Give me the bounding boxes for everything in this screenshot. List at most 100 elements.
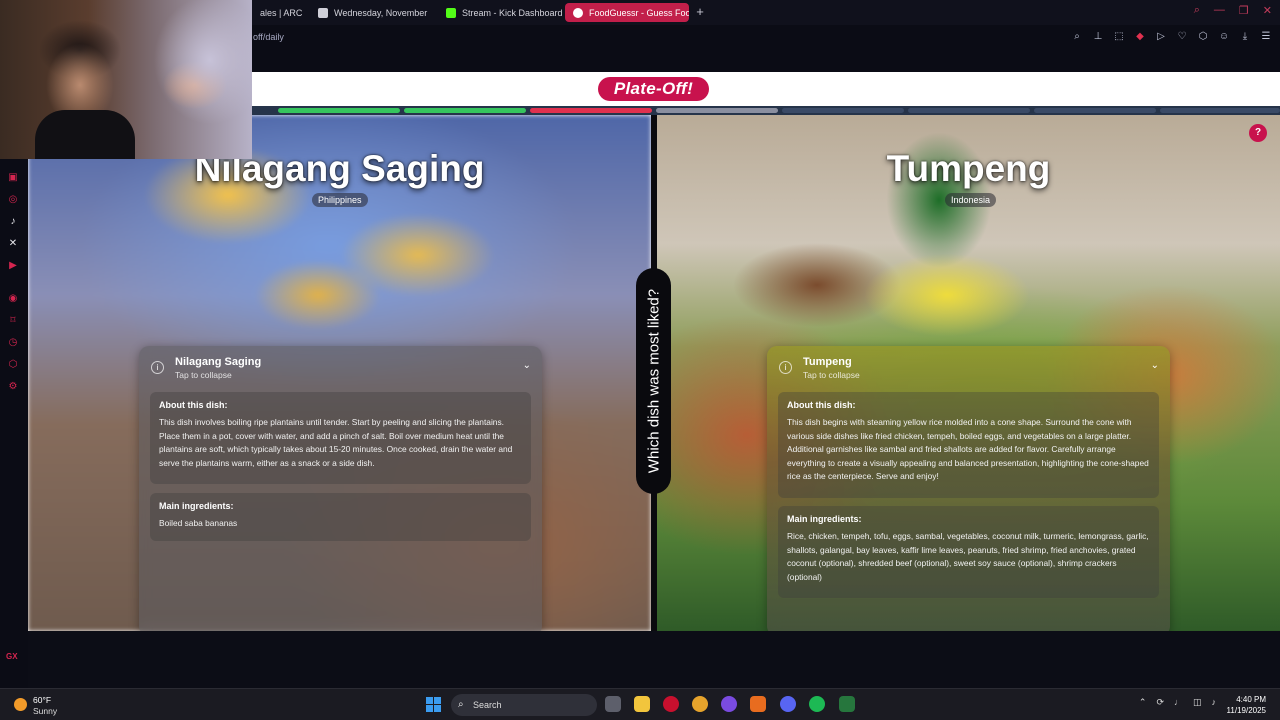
x-icon[interactable]: ✕ xyxy=(6,237,20,251)
kick-icon xyxy=(446,7,456,18)
tab-arc[interactable]: ales | ARC R xyxy=(252,3,304,22)
tab-calendar[interactable]: Wednesday, November xyxy=(310,3,430,22)
browser-sidebar: ▣ ◎ ♪ ✕ ▶ ◉ ⌑ ◷ ⬡ ⚙ GX xyxy=(0,155,28,688)
tab-foodguessr[interactable]: FoodGuessr - Guess Foo xyxy=(565,3,689,22)
task-view-icon[interactable] xyxy=(605,696,621,712)
pocket-icon[interactable]: ◆ xyxy=(1134,31,1146,43)
twitch-icon[interactable]: ▣ xyxy=(6,171,20,185)
opera-gx-icon[interactable] xyxy=(663,696,679,712)
card-header[interactable]: i Nilagang Saging Tap to collapse ⌄ xyxy=(151,356,531,384)
progress-segment-pending xyxy=(908,108,1030,113)
clock[interactable]: 4:40 PM 11/19/2025 xyxy=(1227,694,1266,716)
progress-segment-pending xyxy=(1034,108,1156,113)
chrome-icon[interactable] xyxy=(692,696,708,712)
search-placeholder: Search xyxy=(473,700,502,710)
calendar-icon xyxy=(318,7,328,18)
dish-option-right[interactable]: Tumpeng Indonesia i Tumpeng Tap to colla… xyxy=(657,115,1280,631)
system-tray: ⌃ ⟳ ♩ ◫ ♪ xyxy=(1139,697,1216,708)
new-tab-button[interactable]: + xyxy=(692,4,708,20)
screen: ales | ARC R Wednesday, November Stream … xyxy=(0,0,1280,720)
tab-label: FoodGuessr - Guess Foo xyxy=(589,7,689,18)
youtube-icon[interactable]: ▶ xyxy=(6,259,20,273)
menu-icon[interactable]: ☰ xyxy=(1260,31,1272,43)
app-icon[interactable] xyxy=(750,696,766,712)
tab-label: Wednesday, November xyxy=(334,7,428,18)
profile-icon[interactable]: ☺ xyxy=(1218,31,1230,43)
chevron-down-icon[interactable]: ⌄ xyxy=(523,360,531,371)
ingredients-text: Rice, chicken, tempeh, tofu, eggs, samba… xyxy=(787,531,1149,582)
maximize-icon[interactable]: ❐ xyxy=(1239,4,1249,17)
file-explorer-icon[interactable] xyxy=(634,696,650,712)
instagram-icon[interactable]: ◎ xyxy=(6,193,20,207)
webcam-overlay xyxy=(0,0,252,159)
settings-icon[interactable]: ⚙ xyxy=(6,380,20,394)
tab-label: ales | ARC R xyxy=(260,7,304,18)
minimize-icon[interactable]: — xyxy=(1214,4,1225,17)
chevron-down-icon[interactable]: ⌄ xyxy=(1151,360,1159,371)
extensions-icon[interactable]: ⬡ xyxy=(1197,31,1209,43)
info-icon: i xyxy=(151,361,164,374)
about-text: This dish involves boiling ripe plantain… xyxy=(159,417,513,468)
ingredients-text: Boiled saba bananas xyxy=(159,518,238,528)
progress-segment-pending xyxy=(1160,108,1280,113)
ingredients-title: Main ingredients: xyxy=(159,501,234,511)
info-icon: i xyxy=(779,361,792,374)
windows-logo-icon xyxy=(426,705,433,712)
tab-kick[interactable]: Stream - Kick Dashboard xyxy=(438,3,562,22)
help-button[interactable]: ? xyxy=(1249,124,1267,142)
excel-icon[interactable] xyxy=(839,696,855,712)
history-icon[interactable]: ◷ xyxy=(6,336,20,350)
sync-icon[interactable]: ⟳ xyxy=(1156,697,1164,708)
country-badge: Philippines xyxy=(312,193,368,207)
windows-logo-icon xyxy=(434,705,441,712)
close-icon[interactable]: ✕ xyxy=(1263,4,1272,17)
foodguessr-icon xyxy=(573,7,583,18)
dish-option-left[interactable]: Nilagang Saging Philippines i Nilagang S… xyxy=(28,115,651,631)
volume-icon[interactable]: ♪ xyxy=(1212,697,1217,708)
chevron-up-icon[interactable]: ⌃ xyxy=(1139,697,1147,708)
dish-info-card[interactable]: i Nilagang Saging Tap to collapse ⌄ Abou… xyxy=(139,346,542,631)
player-icon[interactable]: ◉ xyxy=(6,292,20,306)
zoom-icon[interactable]: ⌕ xyxy=(1071,31,1083,43)
card-header[interactable]: i Tumpeng Tap to collapse ⌄ xyxy=(779,356,1159,384)
discord-icon[interactable] xyxy=(780,696,796,712)
tab-label: Stream - Kick Dashboard xyxy=(462,7,562,18)
progress-segment-current xyxy=(656,108,778,113)
progress-segment-pending xyxy=(782,108,904,113)
tiktok-icon[interactable]: ♪ xyxy=(6,215,20,229)
download-icon[interactable]: ⤓ xyxy=(1239,31,1251,43)
media-app-icon[interactable] xyxy=(721,696,737,712)
gx-badge[interactable]: GX xyxy=(6,652,18,661)
heart-icon[interactable]: ♡ xyxy=(1176,31,1188,43)
clock-date: 11/19/2025 xyxy=(1226,706,1266,715)
screenshot-icon[interactable]: ⬚ xyxy=(1113,31,1125,43)
play-icon[interactable]: ▷ xyxy=(1155,31,1167,43)
collapse-hint: Tap to collapse xyxy=(175,370,232,380)
collapse-hint: Tap to collapse xyxy=(803,370,860,380)
about-section: About this dish: This dish involves boil… xyxy=(150,392,531,484)
sun-icon xyxy=(14,698,27,711)
url-field[interactable]: off/daily xyxy=(253,32,284,42)
about-text: This dish begins with steaming yellow ri… xyxy=(787,417,1149,481)
streamer-silhouette xyxy=(35,110,135,159)
search-tabs-icon[interactable]: ⌕ xyxy=(1194,4,1200,17)
pin-icon[interactable]: ⊥ xyxy=(1092,31,1104,43)
dish-title: Tumpeng xyxy=(886,148,1051,189)
extensions-icon[interactable]: ⬡ xyxy=(6,358,20,372)
start-button[interactable] xyxy=(426,697,441,712)
question-pill: Which dish was most liked? xyxy=(636,268,671,494)
ingredients-section: Main ingredients: Rice, chicken, tempeh,… xyxy=(778,506,1159,598)
spotify-icon[interactable] xyxy=(809,696,825,712)
windows-taskbar: 60°F Sunny ⌕ Search ⌃ ⟳ ♩ ◫ ♪ 4:40 PM 11… xyxy=(0,688,1280,720)
about-section: About this dish: This dish begins with s… xyxy=(778,392,1159,498)
search-icon: ⌕ xyxy=(458,699,464,710)
plate-off-logo: Plate-Off! xyxy=(598,77,709,101)
weather-temperature: 60°F xyxy=(33,695,52,705)
taskbar-search[interactable]: ⌕ Search xyxy=(451,694,597,716)
network-icon[interactable]: ◫ xyxy=(1193,697,1202,708)
weather-condition: Sunny xyxy=(33,706,58,716)
bookmark-icon[interactable]: ⌑ xyxy=(6,314,20,328)
question-text: Which dish was most liked? xyxy=(645,288,662,474)
microphone-icon[interactable]: ♩ xyxy=(1174,697,1183,708)
dish-info-card[interactable]: i Tumpeng Tap to collapse ⌄ About this d… xyxy=(767,346,1170,631)
